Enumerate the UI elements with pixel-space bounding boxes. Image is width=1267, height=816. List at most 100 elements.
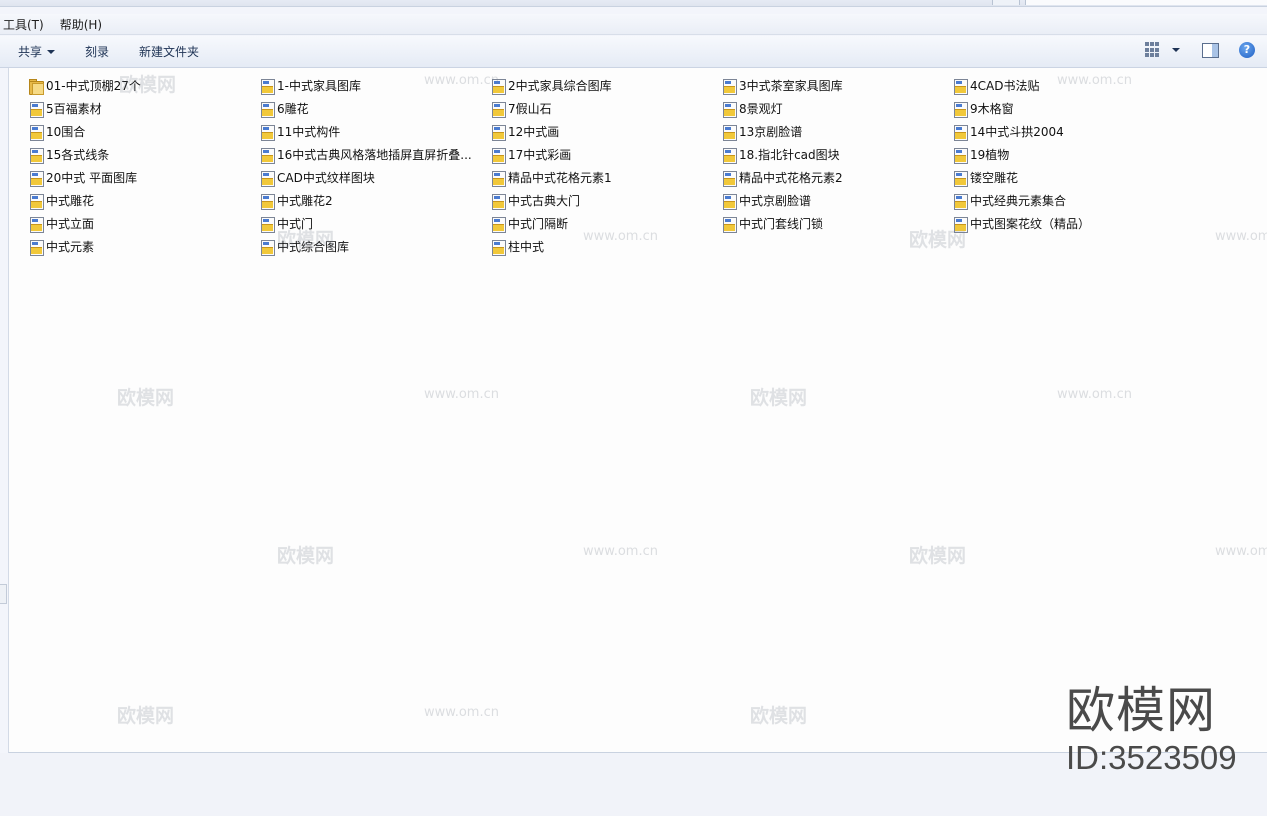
file-item[interactable]: 4CAD书法贴 [952, 74, 1183, 97]
file-item[interactable]: 12中式画 [490, 120, 721, 143]
command-bar: 共享 刻录 新建文件夹 ? [0, 36, 1267, 68]
file-item[interactable]: 7假山石 [490, 97, 721, 120]
cad-file-icon [490, 147, 506, 164]
file-name: 精品中式花格元素2 [739, 171, 843, 185]
file-item[interactable]: 8景观灯 [721, 97, 952, 120]
file-name: 19植物 [970, 148, 1010, 162]
share-label: 共享 [18, 45, 43, 59]
watermark-site: www.om.cn [424, 387, 499, 402]
file-item[interactable]: 中式京剧脸谱 [721, 189, 952, 212]
cad-file-icon [490, 216, 506, 233]
splitter-handle[interactable] [0, 584, 7, 604]
file-item[interactable]: 19植物 [952, 143, 1183, 166]
details-pane [0, 753, 1267, 816]
file-item[interactable]: 中式元素 [28, 235, 259, 258]
file-name: 18.指北针cad图块 [739, 148, 840, 162]
file-item[interactable]: 中式古典大门 [490, 189, 721, 212]
search-box[interactable] [1025, 0, 1267, 5]
view-options-chevron-icon[interactable] [1172, 48, 1180, 52]
cad-file-icon [28, 239, 44, 256]
burn-button[interactable]: 刻录 [85, 43, 109, 60]
share-button[interactable]: 共享 [18, 43, 56, 60]
file-item[interactable]: 10围合 [28, 120, 259, 143]
cad-file-icon [259, 101, 275, 118]
cad-file-icon [28, 147, 44, 164]
cad-file-icon [490, 239, 506, 256]
file-item[interactable]: 中式经典元素集合 [952, 189, 1183, 212]
cad-file-icon [721, 147, 737, 164]
file-item[interactable]: 13京剧脸谱 [721, 120, 952, 143]
file-name: 中式雕花 [46, 194, 95, 208]
cad-file-icon [259, 216, 275, 233]
watermark-brand: 欧模网 [117, 705, 175, 727]
file-list-pane[interactable]: 01-中式顶棚27个 1-中式家具图库 2中式家具综合图库 3中式茶室家具图库 4CAD… [8, 68, 1267, 753]
menu-tools[interactable]: 工具(T) [0, 16, 52, 33]
file-item[interactable]: 精品中式花格元素2 [721, 166, 952, 189]
file-name: 11中式构件 [277, 125, 341, 139]
file-item[interactable]: 3中式茶室家具图库 [721, 74, 952, 97]
file-name: 中式立面 [46, 217, 95, 231]
cad-file-icon [952, 216, 968, 233]
watermark-brand: 欧模网 [277, 545, 335, 567]
cad-file-icon [490, 193, 506, 210]
cad-file-icon [259, 78, 275, 95]
cad-file-icon [28, 170, 44, 187]
file-name: 01-中式顶棚27个 [46, 79, 141, 93]
cad-file-icon [721, 170, 737, 187]
file-item[interactable]: 17中式彩画 [490, 143, 721, 166]
burn-label: 刻录 [85, 45, 110, 59]
file-name: 镂空雕花 [970, 171, 1019, 185]
file-name: CAD中式纹样图块 [277, 171, 375, 185]
file-name: 17中式彩画 [508, 148, 572, 162]
file-item[interactable]: 14中式斗拱2004 [952, 120, 1183, 143]
help-icon[interactable]: ? [1239, 42, 1255, 58]
menu-bar: 工具(T) 帮助(H) [0, 14, 1267, 35]
file-item[interactable]: 2中式家具综合图库 [490, 74, 721, 97]
cad-file-icon [952, 193, 968, 210]
file-item[interactable]: 9木格窗 [952, 97, 1183, 120]
file-item[interactable]: CAD中式纹样图块 [259, 166, 490, 189]
file-item[interactable]: 中式门套线门锁 [721, 212, 952, 235]
cad-file-icon [721, 78, 737, 95]
address-dropdown-button[interactable] [992, 0, 1020, 5]
file-item[interactable]: 5百福素材 [28, 97, 259, 120]
cad-file-icon [28, 193, 44, 210]
file-item[interactable]: 中式图案花纹（精品） [952, 212, 1183, 235]
file-item[interactable]: 15各式线条 [28, 143, 259, 166]
file-item[interactable]: 柱中式 [490, 235, 721, 258]
file-item[interactable]: 中式雕花2 [259, 189, 490, 212]
file-name: 4CAD书法贴 [970, 79, 1040, 93]
file-item[interactable]: 18.指北针cad图块 [721, 143, 952, 166]
menu-help[interactable]: 帮助(H) [56, 16, 110, 33]
file-item[interactable]: 中式门隔断 [490, 212, 721, 235]
watermark-brand: 欧模网 [909, 545, 967, 567]
file-item[interactable]: 11中式构件 [259, 120, 490, 143]
preview-pane-icon[interactable] [1202, 42, 1219, 58]
file-item[interactable]: 中式雕花 [28, 189, 259, 212]
cad-file-icon [721, 124, 737, 141]
file-item[interactable]: 中式门 [259, 212, 490, 235]
view-options-icon[interactable] [1145, 42, 1161, 58]
watermark-site: www.om.cn [1215, 544, 1267, 559]
file-item[interactable]: 1-中式家具图库 [259, 74, 490, 97]
watermark-site: www.om.cn [424, 705, 499, 720]
file-name: 20中式 平面图库 [46, 171, 138, 185]
file-item[interactable]: 01-中式顶棚27个 [28, 74, 259, 97]
file-item[interactable]: 镂空雕花 [952, 166, 1183, 189]
file-name: 16中式古典风格落地插屏直屏折叠... [277, 148, 472, 162]
file-item[interactable]: 20中式 平面图库 [28, 166, 259, 189]
file-name: 3中式茶室家具图库 [739, 79, 843, 93]
file-item[interactable]: 中式立面 [28, 212, 259, 235]
file-item[interactable]: 6雕花 [259, 97, 490, 120]
file-item[interactable]: 16中式古典风格落地插屏直屏折叠... [259, 143, 490, 166]
new-folder-button[interactable]: 新建文件夹 [139, 43, 199, 60]
file-name: 5百福素材 [46, 102, 102, 116]
cad-file-icon [28, 101, 44, 118]
file-item[interactable]: 中式综合图库 [259, 235, 490, 258]
file-name: 15各式线条 [46, 148, 110, 162]
cad-file-icon [952, 147, 968, 164]
address-bar-strip [0, 0, 1267, 7]
file-name: 中式雕花2 [277, 194, 333, 208]
cad-file-icon [490, 170, 506, 187]
file-item[interactable]: 精品中式花格元素1 [490, 166, 721, 189]
